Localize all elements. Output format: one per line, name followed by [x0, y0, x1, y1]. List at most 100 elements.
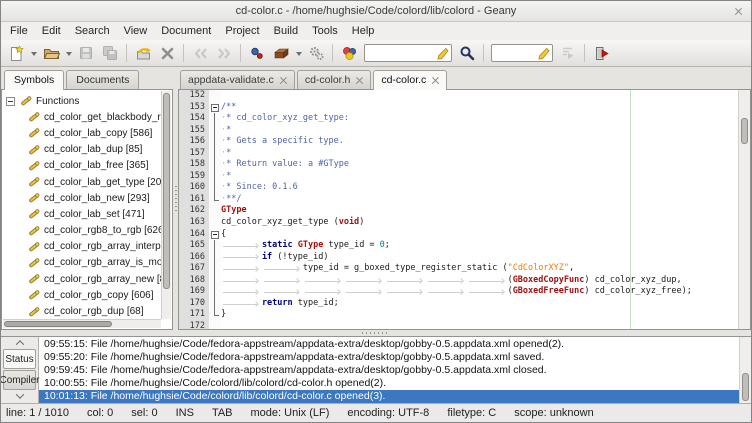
editor-tab-appdata-validate.c[interactable]: appdata-validate.c — [180, 70, 295, 89]
toolbar-separator — [332, 44, 333, 62]
code-line[interactable]: 161·**/ — [179, 194, 738, 206]
code-line[interactable]: 171} — [179, 309, 738, 321]
symbol-item[interactable]: cd_color_get_blackbody_rgb [99 — [3, 109, 161, 125]
open-file-dropdown[interactable] — [63, 41, 74, 65]
code-line[interactable]: 158·* Return value: a #GType — [179, 159, 738, 171]
code-line[interactable]: 153/** — [179, 102, 738, 114]
open-file-button[interactable] — [39, 41, 63, 65]
navigate-back-button[interactable] — [188, 41, 212, 65]
message-row[interactable]: 09:59:45: File /home/hughsie/Code/fedora… — [39, 364, 751, 377]
code-area[interactable]: 152153/**154·* cd_color_xyz_get_type:155… — [179, 90, 738, 329]
code-line[interactable]: 172 — [179, 321, 738, 330]
symbol-item[interactable]: cd_color_lab_set [471] — [3, 206, 161, 222]
symbol-item[interactable]: cd_color_lab_copy [586] — [3, 125, 161, 141]
code-line[interactable]: 159·* — [179, 171, 738, 183]
build-button[interactable] — [269, 41, 293, 65]
fold-marker-start[interactable] — [209, 102, 221, 114]
tab-close-icon[interactable] — [432, 77, 439, 84]
color-chooser-button[interactable] — [337, 41, 361, 65]
symbol-item[interactable]: cd_color_rgb_array_new [896] — [3, 271, 161, 287]
symbols-root-row[interactable]: Functions — [3, 93, 161, 109]
sidebar-hscrollbar[interactable] — [3, 319, 161, 328]
symbol-item[interactable]: cd_color_lab_free [365] — [3, 158, 161, 174]
search-button[interactable] — [455, 41, 479, 65]
symbol-item[interactable]: cd_color_rgb_array_interpolate [9 — [3, 239, 161, 255]
save-all-button[interactable] — [98, 41, 122, 65]
tabs-scroll-down-button[interactable] — [1, 390, 38, 401]
goto-clear-icon[interactable] — [537, 47, 550, 60]
new-file-dropdown[interactable] — [28, 41, 39, 65]
menu-item-view[interactable]: View — [117, 23, 155, 39]
titlebar[interactable]: cd-color.c - /home/hughsie/Code/colord/l… — [1, 1, 751, 22]
code-line[interactable]: 168(GBoxedCopyFunc) cd_color_xyz_dup, — [179, 275, 738, 287]
expander-icon[interactable] — [6, 97, 15, 106]
tab-close-icon[interactable] — [280, 77, 287, 84]
search-clear-icon[interactable] — [436, 47, 449, 60]
search-input[interactable] — [364, 44, 452, 62]
menu-item-document[interactable]: Document — [154, 23, 218, 39]
fold-marker-start[interactable] — [209, 229, 221, 241]
menu-item-tools[interactable]: Tools — [305, 23, 345, 39]
tab-compiler[interactable]: Compiler — [3, 370, 36, 390]
close-file-button[interactable] — [155, 41, 179, 65]
menu-item-file[interactable]: File — [3, 23, 35, 39]
tab-symbols[interactable]: Symbols — [4, 70, 64, 90]
window-close-button[interactable] — [732, 5, 744, 17]
message-row[interactable]: 09:55:15: File /home/hughsie/Code/fedora… — [39, 338, 751, 351]
symbol-item[interactable]: cd_color_rgb_array_is_monotonic — [3, 255, 161, 271]
code-line[interactable]: 152 — [179, 90, 738, 102]
execute-button[interactable] — [304, 41, 328, 65]
goto-line-button[interactable] — [556, 41, 580, 65]
compile-button[interactable] — [245, 41, 269, 65]
editor-tab-cd-color.h[interactable]: cd-color.h — [297, 70, 372, 89]
revert-button[interactable] — [131, 41, 155, 65]
tab-close-icon[interactable] — [356, 77, 363, 84]
code-line[interactable]: 169(GBoxedFreeFunc) cd_color_xyz_free); — [179, 286, 738, 298]
menu-item-search[interactable]: Search — [68, 23, 117, 39]
build-dropdown[interactable] — [293, 41, 304, 65]
code-line[interactable]: 162GType — [179, 205, 738, 217]
code-line[interactable]: 157·* — [179, 148, 738, 160]
symbol-item[interactable]: cd_color_rgb_dup [68] — [3, 303, 161, 319]
tab-status[interactable]: Status — [3, 349, 36, 369]
message-row[interactable]: 10:01:13: File /home/hughsie/Code/colord… — [39, 390, 751, 403]
scrollbar-thumb[interactable] — [742, 373, 749, 401]
tab-documents[interactable]: Documents — [66, 70, 139, 89]
symbol-item[interactable]: cd_color_lab_dup [85] — [3, 142, 161, 158]
menu-item-edit[interactable]: Edit — [35, 23, 68, 39]
statusbar: line: 1 / 1010col: 0sel: 0INSTABmode: Un… — [1, 403, 751, 422]
code-line[interactable]: 154·* cd_color_xyz_get_type: — [179, 113, 738, 125]
code-line[interactable]: 165static GType type_id = 0; — [179, 240, 738, 252]
code-line[interactable]: 163cd_color_xyz_get_type (void) — [179, 217, 738, 229]
symbol-item[interactable]: cd_color_rgb8_to_rgb [626] — [3, 223, 161, 239]
code-line[interactable]: 156·* Gets a specific type. — [179, 136, 738, 148]
menu-item-help[interactable]: Help — [345, 23, 382, 39]
code-line[interactable]: 170return type_id; — [179, 298, 738, 310]
code-line[interactable]: 160·* Since: 0.1.6 — [179, 182, 738, 194]
symbol-item[interactable]: cd_color_lab_new [293] — [3, 190, 161, 206]
scrollbar-thumb[interactable] — [163, 93, 170, 289]
new-file-button[interactable] — [4, 41, 28, 65]
symbol-item[interactable]: cd_color_lab_get_type [203] — [3, 174, 161, 190]
save-button[interactable] — [74, 41, 98, 65]
messages-vscrollbar[interactable] — [739, 337, 751, 403]
code-line[interactable]: 155·* — [179, 125, 738, 137]
sidebar-vscrollbar[interactable] — [161, 91, 171, 319]
scrollbar-thumb[interactable] — [741, 118, 748, 144]
editor-tab-cd-color.c[interactable]: cd-color.c — [373, 70, 447, 90]
symbol-item[interactable]: cd_color_rgb_copy [606] — [3, 287, 161, 303]
code-line[interactable]: 164{ — [179, 229, 738, 241]
editor-vscrollbar[interactable] — [738, 90, 750, 329]
code-line[interactable]: 167type_id = g_boxed_type_register_stati… — [179, 263, 738, 275]
goto-line-input[interactable] — [491, 44, 553, 62]
navigate-forward-button[interactable] — [212, 41, 236, 65]
tabs-scroll-up-button[interactable] — [1, 337, 38, 348]
menu-item-project[interactable]: Project — [218, 23, 266, 39]
message-row[interactable]: 10:00:55: File /home/hughsie/Code/colord… — [39, 377, 751, 390]
message-row[interactable]: 09:55:20: File /home/hughsie/Code/fedora… — [39, 351, 751, 364]
code-line[interactable]: 166if (!type_id) — [179, 252, 738, 264]
editor-body[interactable]: 152153/**154·* cd_color_xyz_get_type:155… — [178, 89, 751, 330]
scrollbar-thumb[interactable] — [4, 321, 112, 327]
quit-button[interactable] — [589, 41, 613, 65]
menu-item-build[interactable]: Build — [267, 23, 305, 39]
